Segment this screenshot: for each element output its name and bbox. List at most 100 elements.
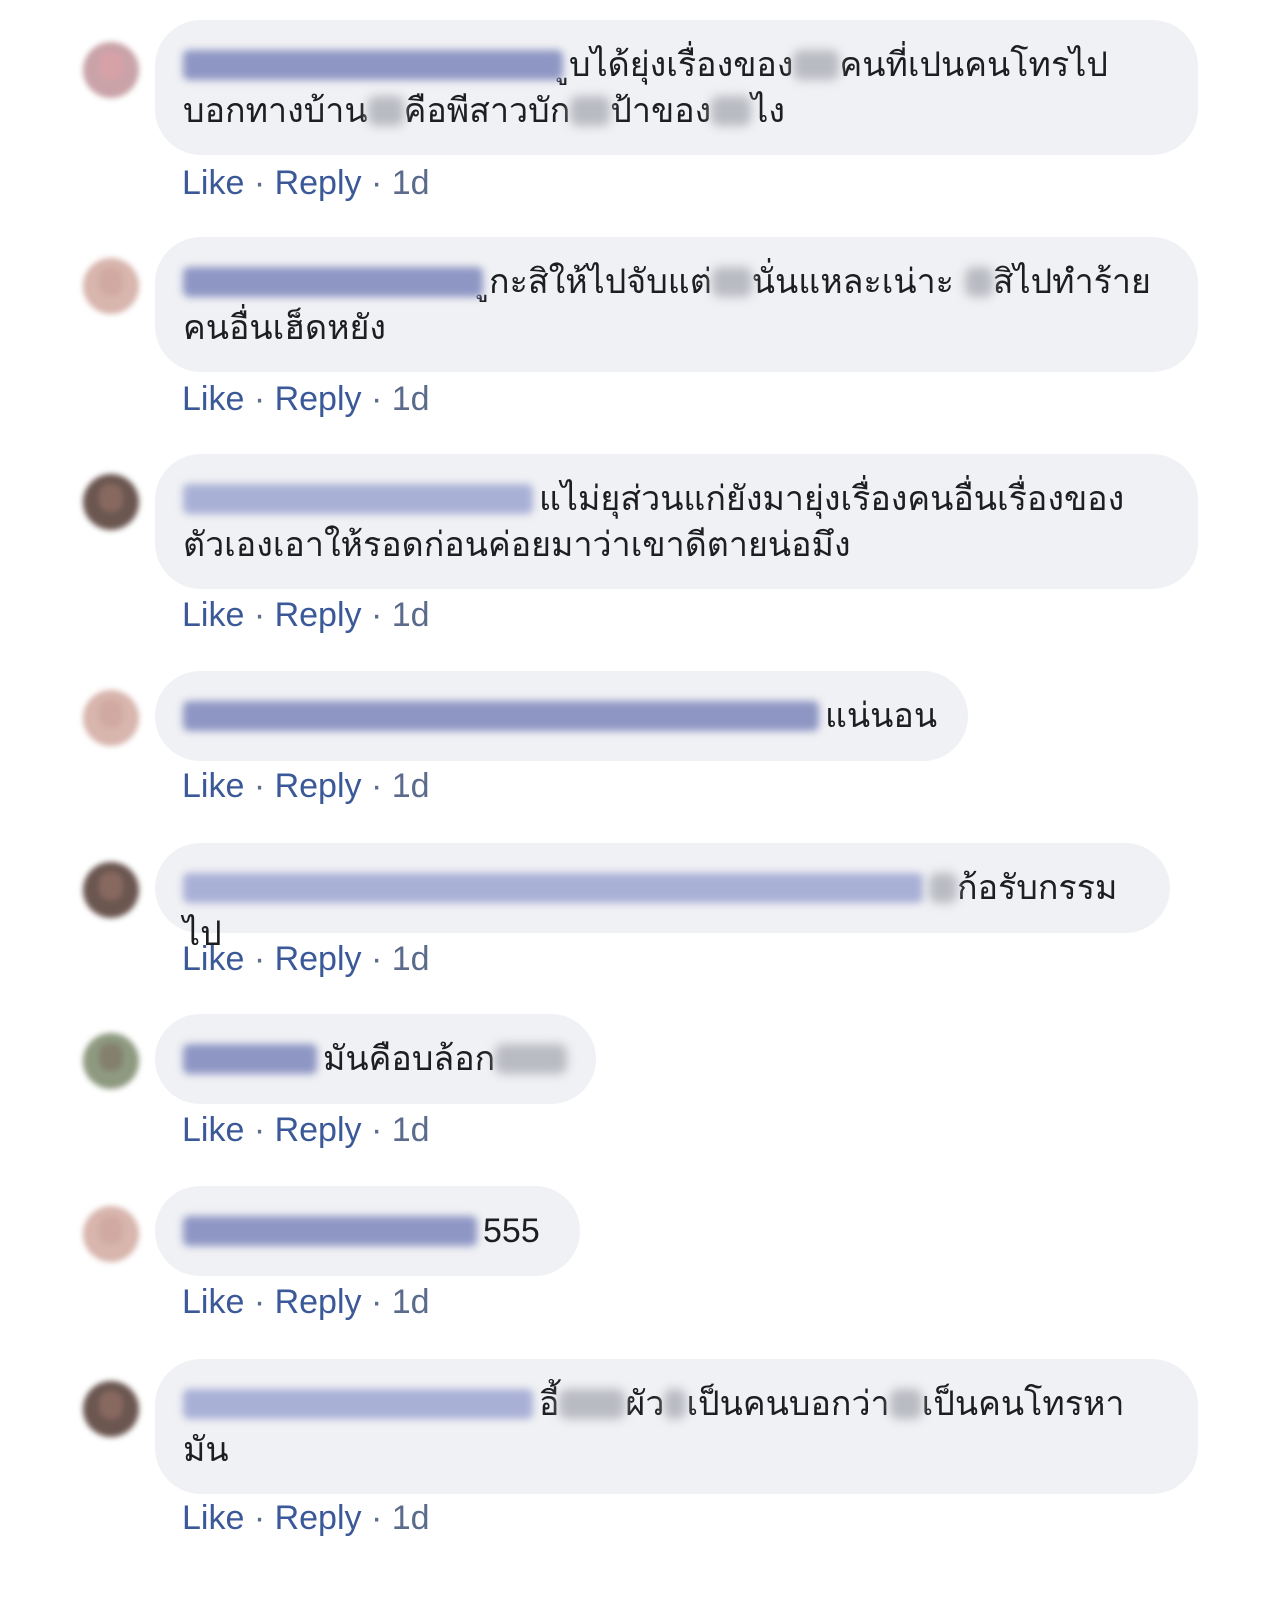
comment-text: ตัวเองเอาให้รอดก่อนค่อยมาว่าเขาดีตายน่อม… [183, 525, 851, 565]
comment-text: มัน [183, 1430, 229, 1470]
comment-text: เป็นคนโทรหา [921, 1384, 1125, 1424]
timestamp[interactable]: 1d [392, 164, 430, 202]
redacted-text [889, 1389, 922, 1419]
comment-actions: Like · Reply · 1d [182, 1110, 430, 1150]
timestamp[interactable]: 1d [392, 1111, 430, 1149]
separator: · [244, 380, 275, 418]
commenter-name[interactable] [183, 1216, 477, 1246]
like-link[interactable]: Like [182, 380, 244, 418]
comment-text: บอกทางบ้าน [183, 91, 368, 131]
redacted-text [495, 1044, 568, 1074]
like-link[interactable]: Like [182, 767, 244, 805]
comment-text: ูกะสิให้ไปจับแต่ [489, 262, 712, 302]
reply-link[interactable]: Reply [275, 1283, 362, 1321]
timestamp[interactable]: 1d [392, 767, 430, 805]
comment-text: แน่นอน [825, 696, 938, 736]
comment-bubble: อี้ ผัว เป็นคนบอกว่า เป็นคนโทรหา มัน [155, 1359, 1198, 1494]
separator: · [244, 164, 275, 202]
comment-actions: Like · Reply · 1d [182, 939, 430, 979]
comment-text: มันคือบล้อก [323, 1039, 496, 1079]
commenter-name[interactable] [183, 484, 533, 514]
reply-link[interactable]: Reply [275, 940, 362, 978]
separator: · [361, 380, 392, 418]
comment-text: อี้ [539, 1384, 560, 1424]
redacted-text [964, 267, 993, 297]
reply-link[interactable]: Reply [275, 596, 362, 634]
timestamp[interactable]: 1d [392, 596, 430, 634]
avatar[interactable] [83, 258, 139, 314]
timestamp[interactable]: 1d [392, 380, 430, 418]
timestamp[interactable]: 1d [392, 940, 430, 978]
commenter-name[interactable] [183, 50, 563, 80]
timestamp[interactable]: 1d [392, 1283, 430, 1321]
like-link[interactable]: Like [182, 940, 244, 978]
separator: · [361, 1499, 392, 1537]
commenter-name[interactable] [183, 873, 923, 903]
comment-text: แไม่ยุส่วนแก่ยังมายุ่งเรื่องคนอื่นเรื่อง… [539, 479, 1125, 519]
reply-link[interactable]: Reply [275, 380, 362, 418]
redacted-text [711, 267, 752, 297]
separator: · [244, 940, 275, 978]
comment-text: เป็นคนบอกว่า [686, 1384, 890, 1424]
comment-actions: Like · Reply · 1d [182, 766, 430, 806]
avatar[interactable] [83, 1033, 139, 1089]
comment-bubble: ูบได้ยุ่งเรื่องของ คนที่เปนคนโทรไป บอกทาง… [155, 20, 1198, 155]
comment-bubble: แน่นอน [155, 671, 968, 761]
comment-actions: Like · Reply · 1d [182, 163, 430, 203]
commenter-name[interactable] [183, 1389, 533, 1419]
comment-bubble: แไม่ยุส่วนแก่ยังมายุ่งเรื่องคนอื่นเรื่อง… [155, 454, 1198, 589]
separator: · [361, 1111, 392, 1149]
comment-text: ูบได้ยุ่งเรื่องของ [569, 45, 794, 85]
separator: · [244, 1283, 275, 1321]
redacted-text [711, 96, 752, 126]
comment-text: สิไปทำร้าย [992, 262, 1151, 302]
like-link[interactable]: Like [182, 1283, 244, 1321]
separator: · [244, 1111, 275, 1149]
redacted-text [929, 873, 957, 903]
comment-text: 555 [483, 1212, 540, 1250]
commenter-name[interactable] [183, 1044, 317, 1074]
separator: · [244, 767, 275, 805]
like-link[interactable]: Like [182, 596, 244, 634]
redacted-text [793, 50, 840, 80]
comment-bubble: มันคือบล้อก [155, 1014, 596, 1104]
separator: · [244, 596, 275, 634]
avatar[interactable] [83, 1381, 139, 1437]
avatar[interactable] [83, 690, 139, 746]
reply-link[interactable]: Reply [275, 1499, 362, 1537]
avatar[interactable] [83, 862, 139, 918]
comment-text: ไง [751, 91, 785, 131]
separator: · [361, 940, 392, 978]
redacted-text [367, 96, 404, 126]
separator: · [361, 596, 392, 634]
avatar[interactable] [83, 1206, 139, 1262]
like-link[interactable]: Like [182, 1499, 244, 1537]
like-link[interactable]: Like [182, 1111, 244, 1149]
comment-text: คนอื่นเฮ็ดหยัง [183, 308, 387, 348]
comment-text: นั่นแหละเน่าะ [751, 262, 954, 302]
comment-text: คือพีสาวบัก [403, 91, 571, 131]
avatar[interactable] [83, 474, 139, 530]
separator: · [361, 164, 392, 202]
like-link[interactable]: Like [182, 164, 244, 202]
redacted-text [664, 1389, 687, 1419]
timestamp[interactable]: 1d [392, 1499, 430, 1537]
separator: · [244, 1499, 275, 1537]
comment-text: ป้าของ [610, 91, 712, 131]
avatar[interactable] [83, 42, 139, 98]
reply-link[interactable]: Reply [275, 1111, 362, 1149]
commenter-name[interactable] [183, 267, 483, 297]
comment-bubble: 555 [155, 1186, 580, 1276]
redacted-text [570, 96, 611, 126]
comment-bubble: ูกะสิให้ไปจับแต่ นั่นแหละเน่าะ สิไปทำร้าย… [155, 237, 1198, 372]
comment-bubble: ก้อรับกรรมไป [155, 843, 1170, 954]
separator: · [361, 767, 392, 805]
reply-link[interactable]: Reply [275, 767, 362, 805]
reply-link[interactable]: Reply [275, 164, 362, 202]
comment-actions: Like · Reply · 1d [182, 595, 430, 635]
comment-text: ผัว [625, 1384, 665, 1424]
separator: · [361, 1283, 392, 1321]
comment-actions: Like · Reply · 1d [182, 1282, 430, 1322]
commenter-name[interactable] [183, 701, 819, 731]
comment-actions: Like · Reply · 1d [182, 1498, 430, 1538]
